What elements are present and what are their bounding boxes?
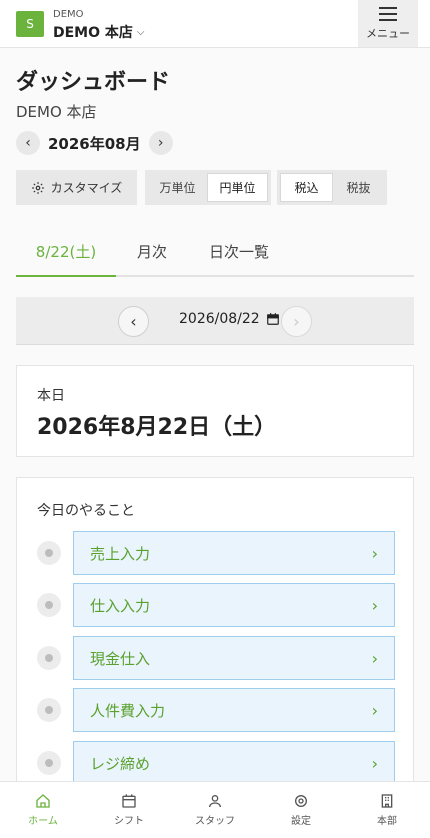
store-selector[interactable]: DEMO 本店 ⌵ bbox=[53, 22, 145, 42]
month-label: 2026年08月 bbox=[48, 134, 141, 153]
nav-headquarters[interactable]: 本部 bbox=[344, 782, 430, 838]
nav-label: シフト bbox=[114, 816, 144, 827]
todo-status-dot bbox=[37, 751, 61, 775]
page-title: ダッシュボード bbox=[16, 70, 171, 95]
view-tabs: 8/22(土) 月次 日次一覧 bbox=[16, 228, 414, 277]
unit-option-yen[interactable]: 円単位 bbox=[207, 173, 268, 202]
tab-daily[interactable]: 8/22(土) bbox=[16, 228, 116, 277]
todo-item-label: 人件費入力 bbox=[90, 701, 166, 720]
gear-icon bbox=[295, 795, 307, 807]
todo-status-dot bbox=[37, 646, 61, 670]
customize-label: カスタマイズ bbox=[50, 181, 123, 195]
today-card: 本日 2026年8月22日（土） bbox=[16, 365, 414, 457]
person-icon bbox=[209, 795, 221, 808]
todo-status-dot bbox=[37, 593, 61, 617]
bottom-nav: ホーム シフト スタッフ 設定 本部 bbox=[0, 781, 430, 838]
calendar-icon bbox=[266, 313, 279, 325]
store-logo[interactable]: S bbox=[16, 11, 44, 37]
todo-title: 今日のやること bbox=[37, 503, 135, 519]
todo-item-sales-input[interactable]: 売上入力 › bbox=[73, 531, 395, 575]
tax-toggle: 税込 税抜 bbox=[277, 170, 387, 205]
date-navigator: ‹ 2026/08/22 › bbox=[16, 297, 414, 345]
todo-status-dot bbox=[37, 698, 61, 722]
next-day-button[interactable]: › bbox=[281, 306, 312, 337]
todo-item-cash-purchase[interactable]: 現金仕入 › bbox=[73, 636, 395, 680]
chevron-right-icon: › bbox=[371, 700, 378, 720]
month-navigator: ‹ 2026年08月 › bbox=[16, 131, 173, 155]
nav-shift[interactable]: シフト bbox=[86, 782, 172, 838]
nav-label: スタッフ bbox=[195, 816, 235, 827]
gear-icon bbox=[31, 181, 44, 194]
menu-button[interactable]: メニュー bbox=[358, 0, 418, 47]
tab-daily-list[interactable]: 日次一覧 bbox=[188, 228, 290, 275]
hamburger-icon bbox=[379, 6, 397, 21]
tab-monthly[interactable]: 月次 bbox=[116, 228, 188, 275]
nav-home[interactable]: ホーム bbox=[0, 782, 86, 838]
nav-settings[interactable]: 設定 bbox=[258, 782, 344, 838]
prev-month-button[interactable]: ‹ bbox=[16, 131, 40, 155]
nav-label: ホーム bbox=[28, 816, 58, 827]
todo-item-label: 仕入入力 bbox=[90, 596, 151, 615]
customize-button[interactable]: カスタマイズ bbox=[16, 170, 137, 205]
chevron-down-icon: ⌵ bbox=[136, 26, 145, 38]
chevron-right-icon: › bbox=[371, 595, 378, 615]
today-date: 2026年8月22日（土） bbox=[37, 415, 277, 440]
todo-item-label: 売上入力 bbox=[90, 544, 151, 563]
today-label: 本日 bbox=[37, 388, 65, 404]
todo-status-dot bbox=[37, 541, 61, 565]
store-selector-label: DEMO 本店 bbox=[53, 25, 133, 41]
home-icon bbox=[36, 794, 50, 808]
next-month-button[interactable]: › bbox=[148, 131, 173, 155]
tax-option-excluded[interactable]: 税抜 bbox=[333, 173, 384, 202]
building-icon bbox=[381, 794, 393, 808]
top-bar: S DEMO DEMO 本店 ⌵ メニュー bbox=[0, 0, 430, 48]
date-input[interactable]: 2026/08/22 bbox=[179, 311, 280, 327]
unit-option-man[interactable]: 万単位 bbox=[148, 173, 207, 202]
store-name: DEMO 本店 bbox=[16, 103, 97, 121]
nav-staff[interactable]: スタッフ bbox=[172, 782, 258, 838]
todo-item-label: レジ締め bbox=[90, 754, 151, 773]
chevron-right-icon: › bbox=[371, 648, 378, 668]
todo-card: 今日のやること 売上入力 › 仕入入力 › 現金仕入 › 人件費入力 › レジ締… bbox=[16, 477, 414, 797]
todo-item-label: 現金仕入 bbox=[90, 649, 151, 668]
date-input-value: 2026/08/22 bbox=[179, 311, 260, 327]
calendar-icon bbox=[122, 794, 136, 808]
nav-label: 設定 bbox=[291, 816, 311, 827]
org-sub-label: DEMO bbox=[53, 9, 84, 20]
prev-day-button[interactable]: ‹ bbox=[118, 306, 149, 337]
tax-option-included[interactable]: 税込 bbox=[280, 173, 333, 202]
chevron-right-icon: › bbox=[371, 753, 378, 773]
unit-toggle: 万単位 円単位 bbox=[145, 170, 271, 205]
menu-label: メニュー bbox=[366, 26, 410, 40]
nav-label: 本部 bbox=[377, 816, 397, 827]
todo-item-purchase-input[interactable]: 仕入入力 › bbox=[73, 583, 395, 627]
todo-item-labor-cost[interactable]: 人件費入力 › bbox=[73, 688, 395, 732]
chevron-right-icon: › bbox=[371, 543, 378, 563]
todo-item-register-close[interactable]: レジ締め › bbox=[73, 741, 395, 785]
